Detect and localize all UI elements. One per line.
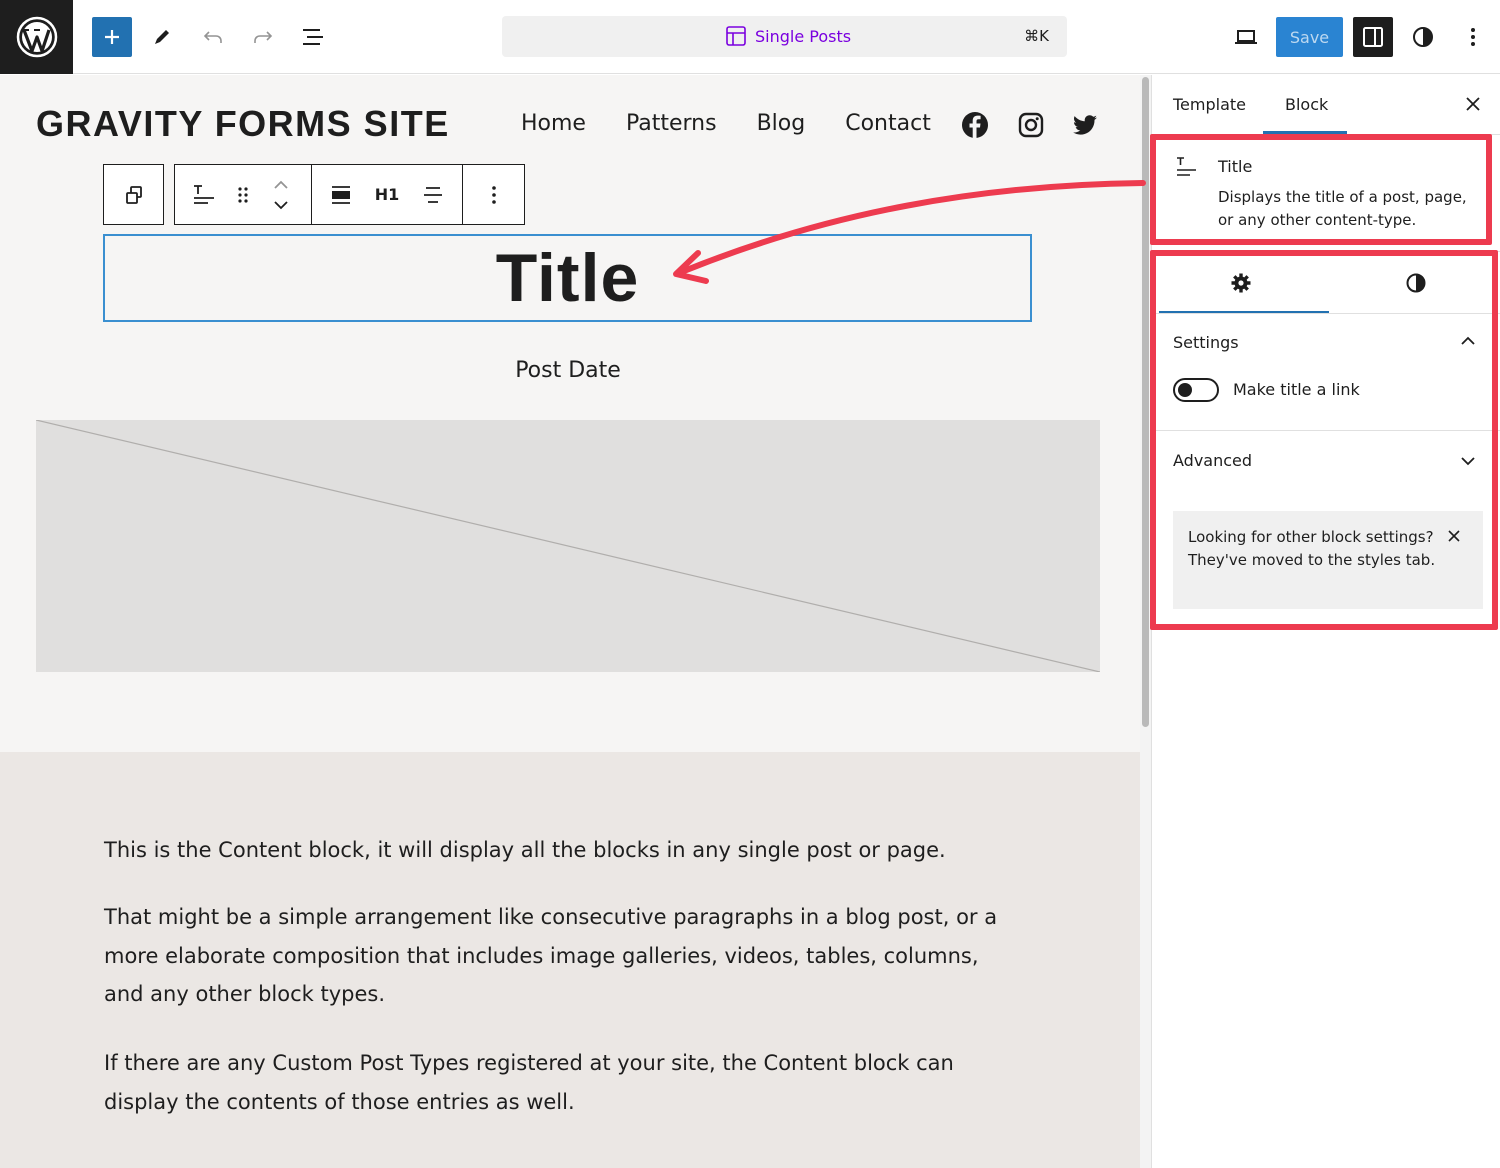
nav-item-blog[interactable]: Blog bbox=[757, 111, 806, 136]
heading-level-button[interactable]: H1 bbox=[370, 185, 404, 204]
layout-icon bbox=[726, 26, 746, 46]
select-parent-button[interactable] bbox=[122, 183, 146, 207]
duplicate-blocks-icon bbox=[125, 185, 142, 204]
document-overview-button[interactable] bbox=[293, 17, 333, 57]
shortcut-hint: ⌘K bbox=[1024, 27, 1049, 45]
more-vertical-icon bbox=[1471, 28, 1475, 46]
tab-block[interactable]: Block bbox=[1285, 95, 1328, 114]
save-button[interactable]: Save bbox=[1276, 17, 1343, 57]
block-type-button[interactable] bbox=[175, 182, 233, 208]
post-content-block[interactable]: This is the Content block, it will displ… bbox=[0, 752, 1140, 1168]
nav-item-patterns[interactable]: Patterns bbox=[626, 111, 717, 136]
content-paragraph: This is the Content block, it will displ… bbox=[104, 838, 946, 862]
placeholder-diagonal bbox=[36, 420, 1100, 672]
template-name: Single Posts bbox=[755, 27, 852, 46]
editor-header: Single Posts ⌘K Save bbox=[0, 0, 1500, 74]
content-paragraph: If there are any Custom Post Types regis… bbox=[104, 1051, 954, 1114]
block-options-group bbox=[463, 164, 525, 225]
post-title-text[interactable]: Title bbox=[496, 239, 640, 317]
undo-button[interactable] bbox=[193, 17, 233, 57]
scrollbar-thumb[interactable] bbox=[1142, 77, 1149, 727]
site-navigation: Home Patterns Blog Contact bbox=[521, 111, 971, 136]
site-title[interactable]: GRAVITY FORMS SITE bbox=[36, 103, 450, 145]
wordpress-icon bbox=[16, 16, 57, 58]
align-button[interactable] bbox=[312, 183, 370, 207]
content-paragraph: That might be a simple arrangement like … bbox=[104, 905, 998, 1006]
desktop-icon bbox=[1235, 30, 1257, 44]
options-menu-button[interactable] bbox=[1453, 17, 1493, 57]
nav-item-contact[interactable]: Contact bbox=[845, 111, 931, 136]
chevron-down-icon[interactable] bbox=[273, 200, 289, 210]
move-buttons bbox=[253, 180, 309, 210]
title-block-icon bbox=[194, 184, 214, 204]
nav-item-home[interactable]: Home bbox=[521, 111, 586, 136]
align-center-icon bbox=[424, 186, 442, 203]
editor-canvas[interactable]: GRAVITY FORMS SITE Home Patterns Blog Co… bbox=[0, 75, 1140, 1168]
block-format-group: H1 bbox=[312, 164, 463, 225]
tab-template[interactable]: Template bbox=[1173, 95, 1246, 114]
featured-image-placeholder[interactable] bbox=[36, 420, 1100, 672]
styles-button[interactable] bbox=[1403, 17, 1443, 57]
post-date-block[interactable]: Post Date bbox=[0, 358, 1136, 383]
chevron-up-icon[interactable] bbox=[273, 180, 289, 190]
tools-button[interactable] bbox=[142, 17, 182, 57]
device-preview-button[interactable] bbox=[1226, 17, 1266, 57]
drag-handle-icon bbox=[238, 186, 248, 203]
redo-icon bbox=[254, 31, 273, 43]
drag-handle[interactable] bbox=[233, 185, 253, 205]
facebook-icon[interactable] bbox=[961, 111, 989, 139]
half-circle-icon bbox=[1413, 27, 1433, 47]
block-transform-group bbox=[103, 164, 164, 225]
twitter-icon[interactable] bbox=[1071, 111, 1099, 139]
text-align-button[interactable] bbox=[404, 183, 462, 207]
wordpress-logo-button[interactable] bbox=[0, 0, 73, 74]
pencil-icon bbox=[155, 30, 169, 44]
undo-icon bbox=[203, 31, 222, 43]
command-palette-bar[interactable]: Single Posts ⌘K bbox=[502, 16, 1067, 57]
add-block-button[interactable] bbox=[92, 17, 132, 57]
more-vertical-icon[interactable] bbox=[491, 185, 497, 205]
instagram-icon[interactable] bbox=[1017, 111, 1045, 139]
plus-icon bbox=[105, 30, 119, 44]
block-mover-group bbox=[174, 164, 312, 225]
post-title-block[interactable]: Title bbox=[103, 234, 1032, 322]
block-toolbar: H1 bbox=[103, 164, 525, 225]
sidebar-icon bbox=[1363, 27, 1383, 47]
list-view-icon bbox=[303, 29, 323, 45]
redo-button[interactable] bbox=[243, 17, 283, 57]
highlight-box-settings bbox=[1150, 250, 1498, 630]
settings-sidebar-toggle[interactable] bbox=[1353, 17, 1393, 57]
close-icon bbox=[1466, 97, 1480, 111]
close-sidebar-button[interactable] bbox=[1464, 95, 1482, 113]
highlight-box-block-card bbox=[1150, 134, 1492, 245]
full-width-icon bbox=[332, 185, 350, 204]
